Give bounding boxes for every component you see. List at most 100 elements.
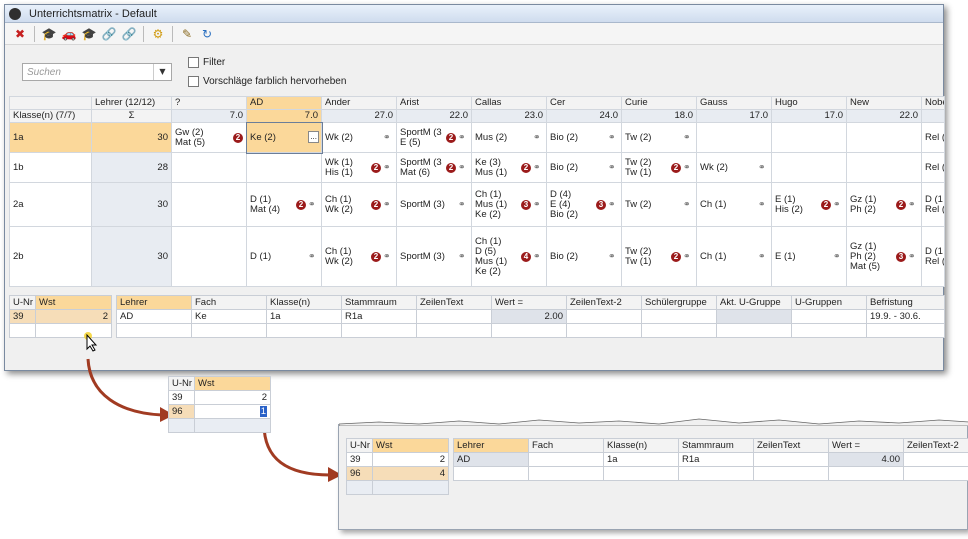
graduation-cap-icon[interactable]: 🎓 — [40, 25, 58, 43]
link-icon[interactable]: ⚭ — [533, 252, 543, 262]
link-icon[interactable]: ⚭ — [758, 200, 768, 210]
lehrer-header[interactable]: Lehrer (12/12) — [91, 96, 172, 110]
cell-empty[interactable] — [791, 323, 867, 338]
class-header[interactable]: Klasse(n) (7/7) — [9, 109, 92, 123]
matrix-cell[interactable]: Ke (3) Mus (1) 2 ⚭ — [471, 152, 547, 183]
matrix-cell[interactable]: D (1) Mat (4) 2 ⚭ — [246, 182, 322, 227]
cell-empty[interactable] — [453, 466, 529, 481]
link-icon[interactable]: ⚭ — [383, 163, 393, 173]
matrix-cell[interactable] — [171, 226, 247, 287]
link-icon[interactable]: 🔗 — [100, 25, 118, 43]
detail-cell[interactable]: 2.00 — [491, 309, 567, 324]
matrix-cell[interactable] — [771, 122, 847, 153]
matrix-cell[interactable]: Bio (2) ⚭ — [546, 152, 622, 183]
cell-empty[interactable] — [346, 480, 373, 495]
cell-empty[interactable] — [528, 466, 604, 481]
detail-cell[interactable]: 4.00 — [828, 452, 904, 467]
cell-empty[interactable] — [416, 323, 492, 338]
detail-cell[interactable]: AD — [116, 309, 192, 324]
cell-empty[interactable] — [866, 323, 945, 338]
link-icon[interactable]: ⚭ — [608, 163, 618, 173]
link-disabled-icon[interactable]: 🔗 — [120, 25, 138, 43]
link-icon[interactable]: ⚭ — [308, 252, 318, 262]
link-icon[interactable]: ⚭ — [758, 163, 768, 173]
matrix-cell[interactable]: SportM (3 E (5) 2 ⚭ — [396, 122, 472, 153]
detail-cell[interactable]: 1a — [266, 309, 342, 324]
matrix-cell[interactable] — [846, 152, 922, 183]
matrix-cell[interactable]: Ch (1) Wk (2) 2 ⚭ — [321, 226, 397, 287]
matrix-cell[interactable]: Bio (2) ⚭ — [546, 226, 622, 287]
teacher-column-header[interactable]: ? — [171, 96, 247, 110]
refresh-icon[interactable]: ↻ — [198, 25, 216, 43]
detail-cell[interactable] — [641, 309, 717, 324]
matrix-cell[interactable]: Tw (2) Tw (1) 2 ⚭ — [621, 152, 697, 183]
detail-cell[interactable] — [903, 452, 968, 467]
teacher-column-header[interactable]: Callas — [471, 96, 547, 110]
matrix-cell[interactable] — [171, 182, 247, 227]
cell-empty[interactable] — [566, 323, 642, 338]
class-name[interactable]: 2a — [9, 182, 92, 227]
detail-cell[interactable] — [753, 452, 829, 467]
matrix-cell[interactable]: Mus (2) ⚭ — [471, 122, 547, 153]
matrix-cell[interactable] — [771, 152, 847, 183]
detail-cell[interactable] — [566, 309, 642, 324]
matrix-cell[interactable] — [696, 122, 772, 153]
matrix-cell[interactable]: Wk (1) His (1) 2 ⚭ — [321, 152, 397, 183]
matrix-cell[interactable] — [846, 122, 922, 153]
matrix-cell[interactable]: D (1 Rel ( — [921, 182, 945, 227]
detail-cell[interactable]: AD — [453, 452, 529, 467]
link-icon[interactable]: ⚭ — [383, 252, 393, 262]
teacher-column-header[interactable]: AD — [246, 96, 322, 110]
teacher-column-header[interactable]: Cer — [546, 96, 622, 110]
cell-wst[interactable]: 2 — [35, 309, 112, 324]
detail-cell[interactable]: R1a — [678, 452, 754, 467]
link-icon[interactable]: ⚭ — [458, 133, 468, 143]
cell-wst[interactable]: 2 — [372, 452, 449, 467]
link-icon[interactable]: ⚭ — [908, 252, 918, 262]
cell-wst[interactable]: 2 — [194, 390, 271, 405]
matrix-cell[interactable]: SportM (3) ⚭ — [396, 182, 472, 227]
matrix-cell[interactable]: Tw (2) ⚭ — [621, 122, 697, 153]
cell-unr[interactable]: 39 — [346, 452, 373, 467]
detail-cell[interactable] — [791, 309, 867, 324]
link-icon[interactable]: ⚭ — [683, 163, 693, 173]
link-icon[interactable]: ⚭ — [458, 200, 468, 210]
teacher-column-header[interactable]: Gauss — [696, 96, 772, 110]
matrix-cell[interactable]: Rel ( — [921, 122, 945, 153]
detail-cell[interactable]: 19.9. - 30.6. — [866, 309, 945, 324]
teacher-column-header[interactable]: Curie — [621, 96, 697, 110]
settings-gear-icon[interactable]: ⚙ — [149, 25, 167, 43]
matrix-cell[interactable]: Ch (1) ⚭ — [696, 226, 772, 287]
link-icon[interactable]: ⚭ — [833, 200, 843, 210]
cell-empty[interactable] — [372, 480, 449, 495]
car-icon[interactable]: 🚗 — [60, 25, 78, 43]
cell-empty[interactable] — [828, 466, 904, 481]
matrix-cell[interactable]: Gz (1) Ph (2) Mat (5) 3 ⚭ — [846, 226, 922, 287]
cell-empty[interactable] — [266, 323, 342, 338]
matrix-cell[interactable]: Ch (1) Mus (1) Ke (2) 3 ⚭ — [471, 182, 547, 227]
matrix-cell[interactable]: D (1 Rel ( — [921, 226, 945, 287]
highlight-checkbox[interactable]: Vorschläge farblich hervorheben — [188, 76, 346, 87]
matrix-cell[interactable]: E (1) His (2) 2 ⚭ — [771, 182, 847, 227]
cell-empty[interactable] — [641, 323, 717, 338]
matrix-cell[interactable]: SportM (3 Mat (6) 2 ⚭ — [396, 152, 472, 183]
matrix-cell[interactable]: Ke (2)... — [245, 121, 323, 154]
cell-empty[interactable] — [903, 466, 968, 481]
detail-cell[interactable] — [528, 452, 604, 467]
teacher-column-header[interactable]: Arist — [396, 96, 472, 110]
matrix-cell[interactable]: Ch (1) Wk (2) 2 ⚭ — [321, 182, 397, 227]
cell-empty[interactable] — [194, 418, 271, 433]
teacher-column-header[interactable]: Nobel — [921, 96, 945, 110]
cell-unr[interactable]: 39 — [9, 309, 36, 324]
cell-empty[interactable] — [35, 323, 112, 338]
class-name[interactable]: 1a — [9, 122, 92, 153]
teacher-column-header[interactable]: Ander — [321, 96, 397, 110]
chevron-down-icon[interactable]: ▼ — [153, 64, 171, 80]
filter-checkbox[interactable]: Filter — [188, 57, 225, 68]
detail-cell[interactable]: Ke — [191, 309, 267, 324]
link-icon[interactable]: ⚭ — [908, 200, 918, 210]
cell-empty[interactable] — [491, 323, 567, 338]
link-icon[interactable]: ⚭ — [758, 252, 768, 262]
delete-icon[interactable]: ✖ — [11, 25, 29, 43]
matrix-cell[interactable]: D (1) ⚭ — [246, 226, 322, 287]
